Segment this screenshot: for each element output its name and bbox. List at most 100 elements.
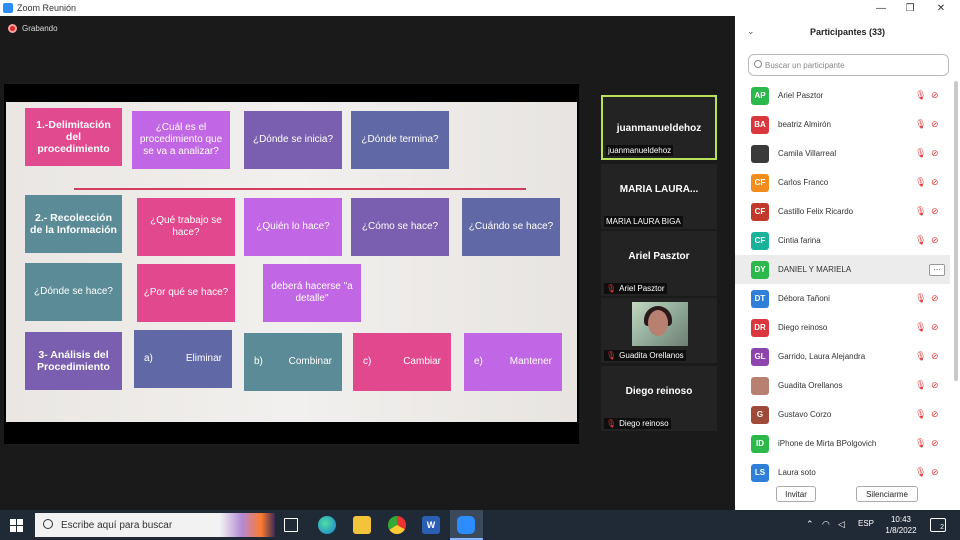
video-off-icon[interactable]: ⊘ — [931, 467, 939, 478]
taskbar-search-box[interactable]: Escribe aquí para buscar — [35, 513, 275, 537]
participant-row[interactable]: CF Cintia farina 🎙 ⊘ — [735, 226, 950, 255]
participant-row[interactable]: LS Laura soto 🎙 ⊘ — [735, 458, 950, 487]
muted-mic-icon[interactable]: 🎙 — [915, 467, 926, 478]
video-tile-diego-reinoso[interactable]: Diego reinoso 🎙 Diego reinoso — [601, 366, 717, 431]
participant-row[interactable]: DT Débora Tañoni 🎙 ⊘ — [735, 284, 950, 313]
slide-box-por-que: ¿Por qué se hace? — [137, 264, 235, 322]
video-off-icon[interactable]: ⊘ — [931, 438, 939, 449]
participant-more-button[interactable]: ··· — [929, 263, 945, 276]
mute-me-button[interactable]: Silenciarme — [856, 486, 918, 502]
restore-button[interactable]: ❐ — [895, 0, 925, 16]
recording-label: Grabando — [22, 24, 58, 33]
participants-panel: ⌄ Participantes (33) Buscar un participa… — [735, 16, 960, 510]
video-tile-maria-laura[interactable]: MARIA LAURA... MARIA LAURA BIGA — [601, 164, 717, 229]
video-off-icon[interactable]: ⊘ — [931, 206, 939, 217]
tile-label-text: MARIA LAURA BIGA — [606, 217, 681, 226]
task-view-icon[interactable] — [284, 518, 298, 532]
tray-overflow-chevron-icon[interactable]: ⌃ — [806, 519, 814, 530]
muted-mic-icon[interactable]: 🎙 — [915, 235, 926, 246]
windows-start-icon[interactable] — [10, 519, 23, 532]
invite-button[interactable]: Invitar — [776, 486, 816, 502]
participant-name: Ariel Pasztor — [778, 91, 824, 100]
muted-mic-icon[interactable]: 🎙 — [915, 380, 926, 391]
video-tile-guadita-orellanos[interactable]: 🎙 Guadita Orellanos — [601, 298, 717, 363]
volume-icon[interactable]: ◁ — [838, 519, 845, 530]
slide-box-mantener: e) Mantener — [464, 333, 562, 391]
muted-mic-icon[interactable]: 🎙 — [915, 293, 926, 304]
slide-letter-a: a) — [144, 353, 153, 364]
muted-mic-icon[interactable]: 🎙 — [915, 351, 926, 362]
presentation-slide: 1.-Delimitación del procedimiento ¿Cuál … — [6, 102, 577, 422]
tile-label-text: Guadita Orellanos — [619, 351, 684, 360]
tile-label-text: juanmanueldehoz — [608, 146, 672, 155]
slide-box-donde-termina: ¿Dónde termina? — [351, 111, 449, 169]
close-button[interactable]: ✕ — [926, 0, 956, 16]
participant-row[interactable]: AP Ariel Pasztor 🎙 ⊘ — [735, 81, 950, 110]
slide-box-como: ¿Cómo se hace? — [351, 198, 449, 256]
video-tile-ariel-pasztor[interactable]: Ariel Pasztor 🎙 Ariel Pasztor — [601, 231, 717, 296]
video-off-icon[interactable]: ⊘ — [931, 148, 939, 159]
participant-row[interactable]: G Gustavo Corzo 🎙 ⊘ — [735, 400, 950, 429]
muted-mic-icon[interactable]: 🎙 — [915, 206, 926, 217]
word-icon[interactable]: W — [422, 516, 440, 534]
video-off-icon[interactable]: ⊘ — [931, 293, 939, 304]
participant-search-input[interactable]: Buscar un participante — [748, 54, 949, 76]
video-off-icon[interactable]: ⊘ — [931, 90, 939, 101]
participant-avatar: GL — [751, 347, 769, 366]
muted-mic-icon[interactable]: 🎙 — [915, 322, 926, 333]
video-off-icon[interactable]: ⊘ — [931, 177, 939, 188]
edge-icon[interactable] — [318, 516, 336, 534]
participant-row[interactable]: DR Diego reinoso 🎙 ⊘ — [735, 313, 950, 342]
participant-row[interactable]: ID iPhone de Mirta BPolgovich 🎙 ⊘ — [735, 429, 950, 458]
shared-screen[interactable]: 1.-Delimitación del procedimiento ¿Cuál … — [4, 84, 579, 444]
slide-text-combinar: Combinar — [288, 356, 332, 367]
file-explorer-icon[interactable] — [353, 516, 371, 534]
zoom-taskbar-button[interactable] — [450, 510, 483, 540]
language-indicator[interactable]: ESP — [858, 519, 874, 528]
video-off-icon[interactable]: ⊘ — [931, 322, 939, 333]
tile-label-text: Ariel Pasztor — [619, 284, 665, 293]
tile-name: Diego reinoso — [625, 386, 693, 397]
participant-name: Débora Tañoni — [778, 294, 830, 303]
muted-mic-icon[interactable]: 🎙 — [915, 409, 926, 420]
video-off-icon[interactable]: ⊘ — [931, 351, 939, 362]
participant-avatar — [751, 144, 769, 163]
recording-icon — [8, 24, 17, 33]
participant-row[interactable]: CF Castillo Felix Ricardo 🎙 ⊘ — [735, 197, 950, 226]
minimize-button[interactable]: — — [866, 0, 896, 16]
video-off-icon[interactable]: ⊘ — [931, 409, 939, 420]
muted-mic-icon[interactable]: 🎙 — [915, 177, 926, 188]
taskbar-clock[interactable]: 10:43 1/8/2022 — [880, 514, 922, 536]
video-off-icon[interactable]: ⊘ — [931, 235, 939, 246]
slide-box-cuando: ¿Cuándo se hace? — [462, 198, 560, 256]
participant-avatar: DR — [751, 318, 769, 337]
slide-letter-c: c) — [363, 356, 372, 367]
notification-center-icon[interactable]: 2 — [930, 518, 946, 532]
photo-face — [648, 310, 668, 336]
muted-mic-icon[interactable]: 🎙 — [915, 119, 926, 130]
video-tile-juanmanueldehoz[interactable]: juanmanueldehoz juanmanueldehoz — [601, 95, 717, 160]
participant-list-scrollbar[interactable] — [954, 81, 958, 381]
chrome-icon[interactable] — [388, 516, 406, 534]
slide-box-donde-inicia: ¿Dónde se inicia? — [244, 111, 342, 169]
participant-row[interactable]: Guadita Orellanos 🎙 ⊘ — [735, 371, 950, 400]
muted-mic-icon[interactable]: 🎙 — [915, 148, 926, 159]
window-titlebar: Zoom Reunión — ❐ ✕ — [0, 0, 960, 16]
participant-row[interactable]: Camila Villarreal 🎙 ⊘ — [735, 139, 950, 168]
tile-name: MARIA LAURA... — [619, 184, 699, 195]
muted-mic-icon[interactable]: 🎙 — [915, 438, 926, 449]
participant-row[interactable]: GL Garrido, Laura Alejandra 🎙 ⊘ — [735, 342, 950, 371]
window-title: Zoom Reunión — [17, 3, 77, 13]
muted-mic-icon[interactable]: 🎙 — [915, 90, 926, 101]
video-off-icon[interactable]: ⊘ — [931, 380, 939, 391]
network-icon[interactable]: ◠ — [822, 519, 830, 530]
recording-indicator[interactable]: Grabando — [8, 24, 58, 33]
participant-row[interactable]: CF Carlos Franco 🎙 ⊘ — [735, 168, 950, 197]
video-off-icon[interactable]: ⊘ — [931, 119, 939, 130]
windows-taskbar: Escribe aquí para buscar W ⌃ ◠ ◁ ESP 10:… — [0, 510, 960, 540]
muted-mic-icon: 🎙 — [606, 351, 617, 360]
muted-mic-icon: 🎙 — [606, 419, 617, 428]
participant-name: Camila Villarreal — [778, 149, 837, 158]
participant-row[interactable]: BA beatriz Almirón 🎙 ⊘ — [735, 110, 950, 139]
participant-row[interactable]: DY DANIEL Y MARIELA ··· — [735, 255, 950, 284]
